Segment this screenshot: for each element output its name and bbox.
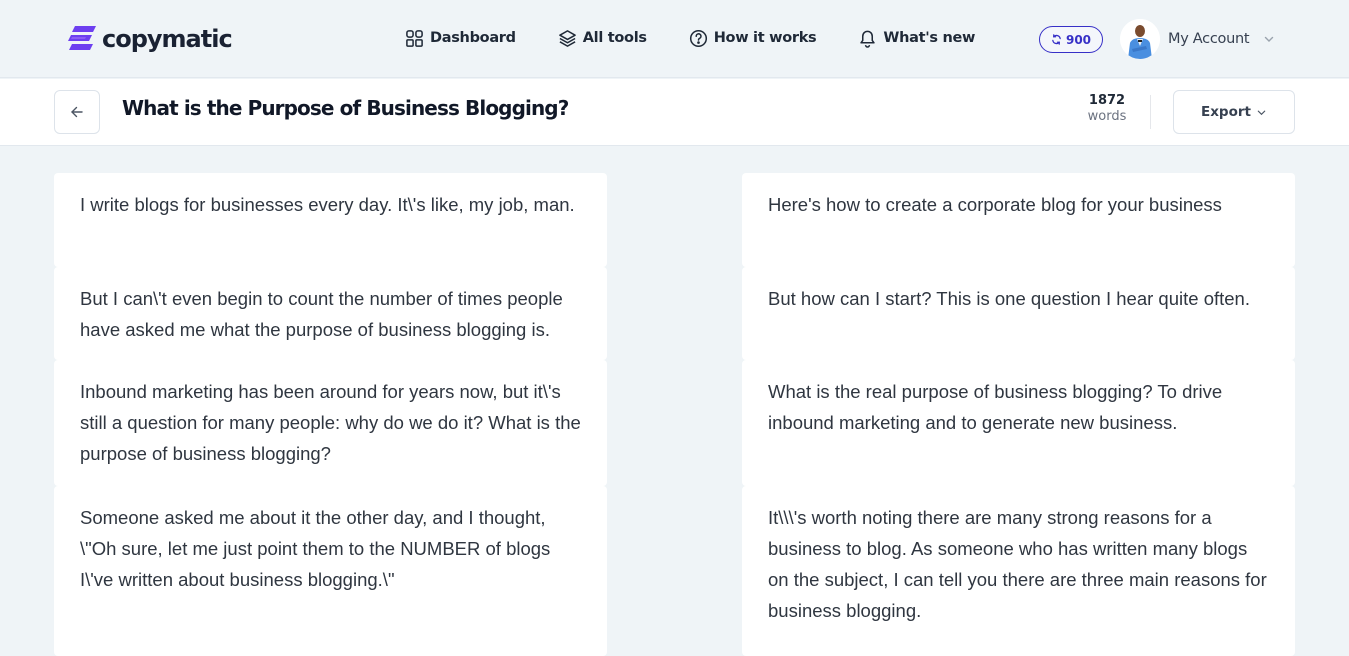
grid-icon	[406, 29, 423, 47]
left-column: I write blogs for businesses every day. …	[54, 173, 607, 656]
chevron-down-icon	[1265, 36, 1274, 42]
bell-icon	[860, 30, 876, 48]
back-button[interactable]	[54, 90, 100, 134]
word-count: 1872 words	[1078, 93, 1136, 125]
nav-all-tools-label: All tools	[582, 30, 647, 46]
paragraph-block[interactable]: I write blogs for businesses every day. …	[54, 173, 607, 267]
main-nav: Dashboard All tools How it works What's …	[405, 26, 1017, 50]
nav-all-tools[interactable]: All tools	[558, 29, 647, 48]
paragraph-block[interactable]: But I can\'t even begin to count the num…	[54, 267, 607, 360]
right-column: Here's how to create a corporate blog fo…	[742, 173, 1295, 656]
paragraph-block[interactable]: But how can I start? This is one questio…	[742, 267, 1295, 360]
brand-name: copymatic	[102, 25, 233, 53]
credits-badge[interactable]: 900	[1039, 26, 1103, 53]
word-count-value: 1872	[1088, 93, 1126, 108]
export-button[interactable]: Export	[1173, 90, 1295, 134]
paragraph-block[interactable]: Someone asked me about it the other day,…	[54, 486, 607, 656]
editor-content: I write blogs for businesses every day. …	[0, 146, 1349, 656]
nav-dashboard[interactable]: Dashboard	[405, 29, 516, 48]
paragraph-block[interactable]: What is the real purpose of business blo…	[742, 360, 1295, 486]
account-label: My Account	[1168, 31, 1250, 47]
paragraph-block[interactable]: It\\\'s worth noting there are many stro…	[742, 486, 1295, 656]
nav-whats-new[interactable]: What's new	[858, 29, 975, 48]
nav-how-it-works[interactable]: How it works	[689, 29, 817, 48]
account-menu[interactable]: My Account	[1120, 18, 1275, 60]
export-label: Export	[1201, 104, 1251, 120]
paragraph-block[interactable]: Here's how to create a corporate blog fo…	[742, 173, 1295, 267]
avatar	[1120, 19, 1160, 59]
page-title: What is the Purpose of Business Blogging…	[122, 96, 569, 120]
divider	[1150, 95, 1151, 129]
nav-dashboard-label: Dashboard	[430, 30, 516, 46]
copymatic-logo-icon	[68, 26, 96, 50]
layers-icon	[558, 29, 576, 47]
nav-how-it-works-label: How it works	[713, 30, 817, 46]
top-navigation: copymatic Dashboard All tools How it wor…	[0, 0, 1349, 78]
credits-value: 900	[1065, 32, 1092, 47]
arrow-left-icon	[71, 106, 83, 118]
nav-whats-new-label: What's new	[883, 30, 976, 46]
word-count-unit: words	[1087, 109, 1127, 124]
question-circle-icon	[689, 29, 707, 47]
user-photo-icon	[1120, 19, 1160, 59]
logo-link[interactable]: copymatic	[66, 22, 233, 56]
chevron-down-icon	[1257, 110, 1266, 115]
document-header: What is the Purpose of Business Blogging…	[0, 79, 1349, 146]
refresh-icon	[1052, 34, 1061, 45]
paragraph-block[interactable]: Inbound marketing has been around for ye…	[54, 360, 607, 486]
